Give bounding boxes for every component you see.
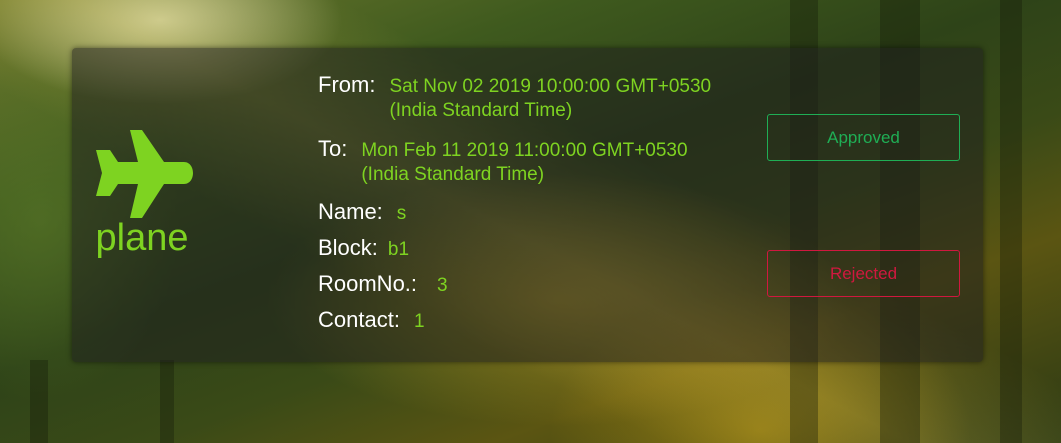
to-label: To:: [318, 136, 348, 161]
background-tree-trunk: [30, 360, 48, 443]
name-label: Name:: [318, 199, 383, 224]
background-tree-trunk: [1000, 0, 1022, 443]
block-value: b1: [387, 239, 410, 260]
contact-label: Contact:: [318, 307, 400, 332]
from-field: From: Sat Nov 02 2019 10:00:00 GMT+0530 …: [318, 72, 739, 123]
from-label: From:: [318, 72, 376, 97]
request-type-label: plane: [95, 217, 189, 259]
block-label: Block:: [318, 235, 378, 260]
to-value: Mon Feb 11 2019 11:00:00 GMT+0530 (India…: [361, 140, 688, 185]
background-tree-trunk: [160, 360, 174, 443]
block-field: Block: b1: [318, 235, 409, 262]
to-field: To: Mon Feb 11 2019 11:00:00 GMT+0530 (I…: [318, 136, 711, 187]
room-field: RoomNo.: 3: [318, 271, 448, 298]
contact-value: 1: [413, 311, 425, 332]
approved-button[interactable]: Approved: [767, 114, 960, 161]
plane-icon: [96, 130, 193, 218]
from-value: Sat Nov 02 2019 10:00:00 GMT+0530 (India…: [389, 76, 712, 121]
rejected-button[interactable]: Rejected: [767, 250, 960, 297]
contact-field: Contact: 1: [318, 307, 425, 334]
room-value: 3: [437, 275, 448, 296]
name-value: s: [396, 203, 407, 224]
request-type: plane: [92, 128, 193, 260]
name-field: Name: s: [318, 199, 406, 226]
request-card: plane From: Sat Nov 02 2019 10:00:00 GMT…: [72, 48, 983, 362]
room-label: RoomNo.:: [318, 271, 418, 296]
